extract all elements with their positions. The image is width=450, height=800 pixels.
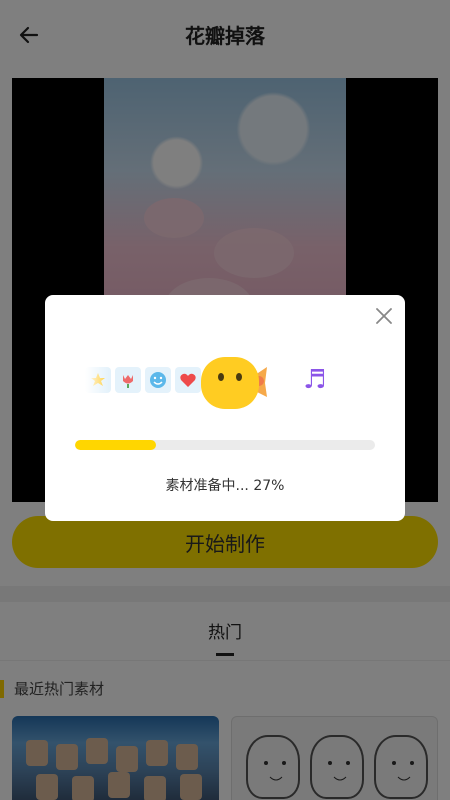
loading-status: 素材准备中... 27% — [165, 478, 285, 494]
music-note-icon: ♬ — [303, 365, 327, 395]
close-button[interactable] — [371, 303, 397, 329]
strip-fade — [85, 361, 109, 399]
tulip-icon — [115, 367, 141, 393]
progress-fill — [75, 440, 156, 450]
candy-icon — [201, 357, 267, 409]
progress-bar — [75, 440, 375, 450]
smiley-icon — [145, 367, 171, 393]
close-icon — [376, 308, 392, 324]
loading-dialog: ♬ 素材准备中... 27% — [45, 295, 405, 521]
